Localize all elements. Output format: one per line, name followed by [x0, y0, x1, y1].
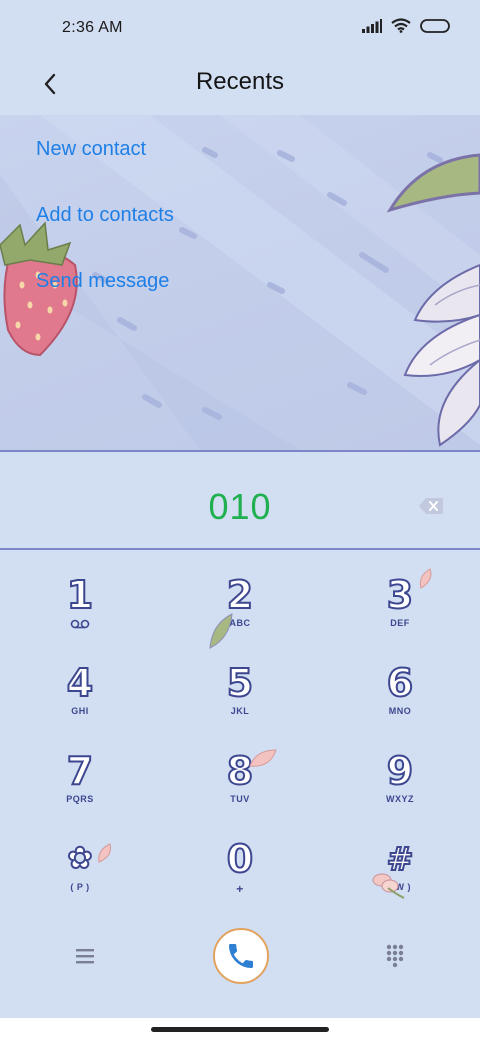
key-letters: WXYZ: [386, 794, 414, 804]
voicemail-icon: [70, 619, 90, 629]
key-letters: ( W ): [389, 882, 411, 892]
key-digit: 7: [66, 749, 94, 793]
key-7[interactable]: 7 PQRS: [0, 749, 160, 838]
phone-call-icon: [229, 944, 253, 968]
key-digit: 3: [386, 573, 414, 617]
key-1[interactable]: 1: [0, 573, 160, 662]
key-digit: ✿: [66, 840, 93, 877]
key-letters: ABC: [229, 618, 251, 628]
call-button[interactable]: [213, 928, 269, 984]
keypad: 1 2 ABC 3 DEF 4 GHI 5 JKL 6 MNO 7 PQRS 8…: [0, 560, 480, 916]
key-letters: PQRS: [66, 794, 94, 804]
key-digit: 8: [226, 749, 254, 793]
dialed-number-area: 010: [0, 450, 480, 550]
hamburger-menu-icon: [76, 949, 94, 964]
key-4[interactable]: 4 GHI: [0, 661, 160, 750]
daisy-decoration: [403, 263, 480, 447]
key-letters: DEF: [390, 618, 410, 628]
key-0[interactable]: 0 +: [160, 837, 320, 926]
send-message-link[interactable]: Send message: [36, 270, 169, 293]
top-divider: [0, 450, 480, 452]
menu-button[interactable]: [70, 942, 100, 970]
key-digit: 0: [226, 837, 254, 881]
key-digit: 9: [386, 749, 414, 793]
key-digit: 1: [66, 573, 94, 617]
key-letters: JKL: [230, 706, 250, 716]
status-bar: 2:36 AM: [0, 0, 480, 56]
key-5[interactable]: 5 JKL: [160, 661, 320, 750]
key-star[interactable]: ✿ ( P ): [0, 838, 160, 926]
key-3[interactable]: 3 DEF: [320, 568, 480, 662]
key-digit: 2: [226, 573, 254, 617]
navigation-bar: [0, 1018, 480, 1040]
dialpad-toggle-button[interactable]: [380, 940, 410, 970]
key-letters: GHI: [71, 706, 89, 716]
key-digit: 6: [386, 661, 414, 705]
cellular-signal-icon: [362, 18, 382, 33]
key-digit: #: [386, 839, 415, 879]
leaf-decoration: [386, 153, 480, 213]
status-time: 2:36 AM: [62, 19, 123, 36]
status-icons: [362, 18, 450, 33]
new-contact-link[interactable]: New contact: [36, 138, 146, 161]
key-letters: TUV: [230, 794, 250, 804]
key-8[interactable]: 8 TUV: [160, 749, 320, 838]
dialpad-grid-icon: [386, 944, 404, 968]
wifi-icon: [391, 18, 411, 33]
home-indicator[interactable]: [151, 1027, 329, 1032]
battery-icon: [420, 18, 450, 33]
key-2[interactable]: 2 ABC: [160, 573, 320, 662]
bottom-divider: [0, 548, 480, 550]
key-letters: +: [236, 882, 244, 896]
key-6[interactable]: 6 MNO: [320, 661, 480, 750]
key-letters: ( P ): [70, 882, 90, 892]
add-to-contacts-link[interactable]: Add to contacts: [36, 204, 174, 227]
key-letters: MNO: [388, 706, 412, 716]
backspace-icon: [419, 498, 443, 514]
header: Recents: [0, 56, 480, 114]
dialed-number[interactable]: 010: [0, 486, 480, 528]
backspace-button[interactable]: [418, 497, 444, 515]
bottom-action-bar: [0, 920, 480, 990]
key-digit: 4: [66, 661, 94, 705]
page-title: Recents: [195, 68, 285, 95]
key-9[interactable]: 9 WXYZ: [320, 749, 480, 838]
key-hash[interactable]: # ( W ): [320, 838, 480, 926]
actions-banner: New contact Add to contacts Send message: [0, 115, 480, 450]
key-digit: 5: [226, 661, 254, 705]
